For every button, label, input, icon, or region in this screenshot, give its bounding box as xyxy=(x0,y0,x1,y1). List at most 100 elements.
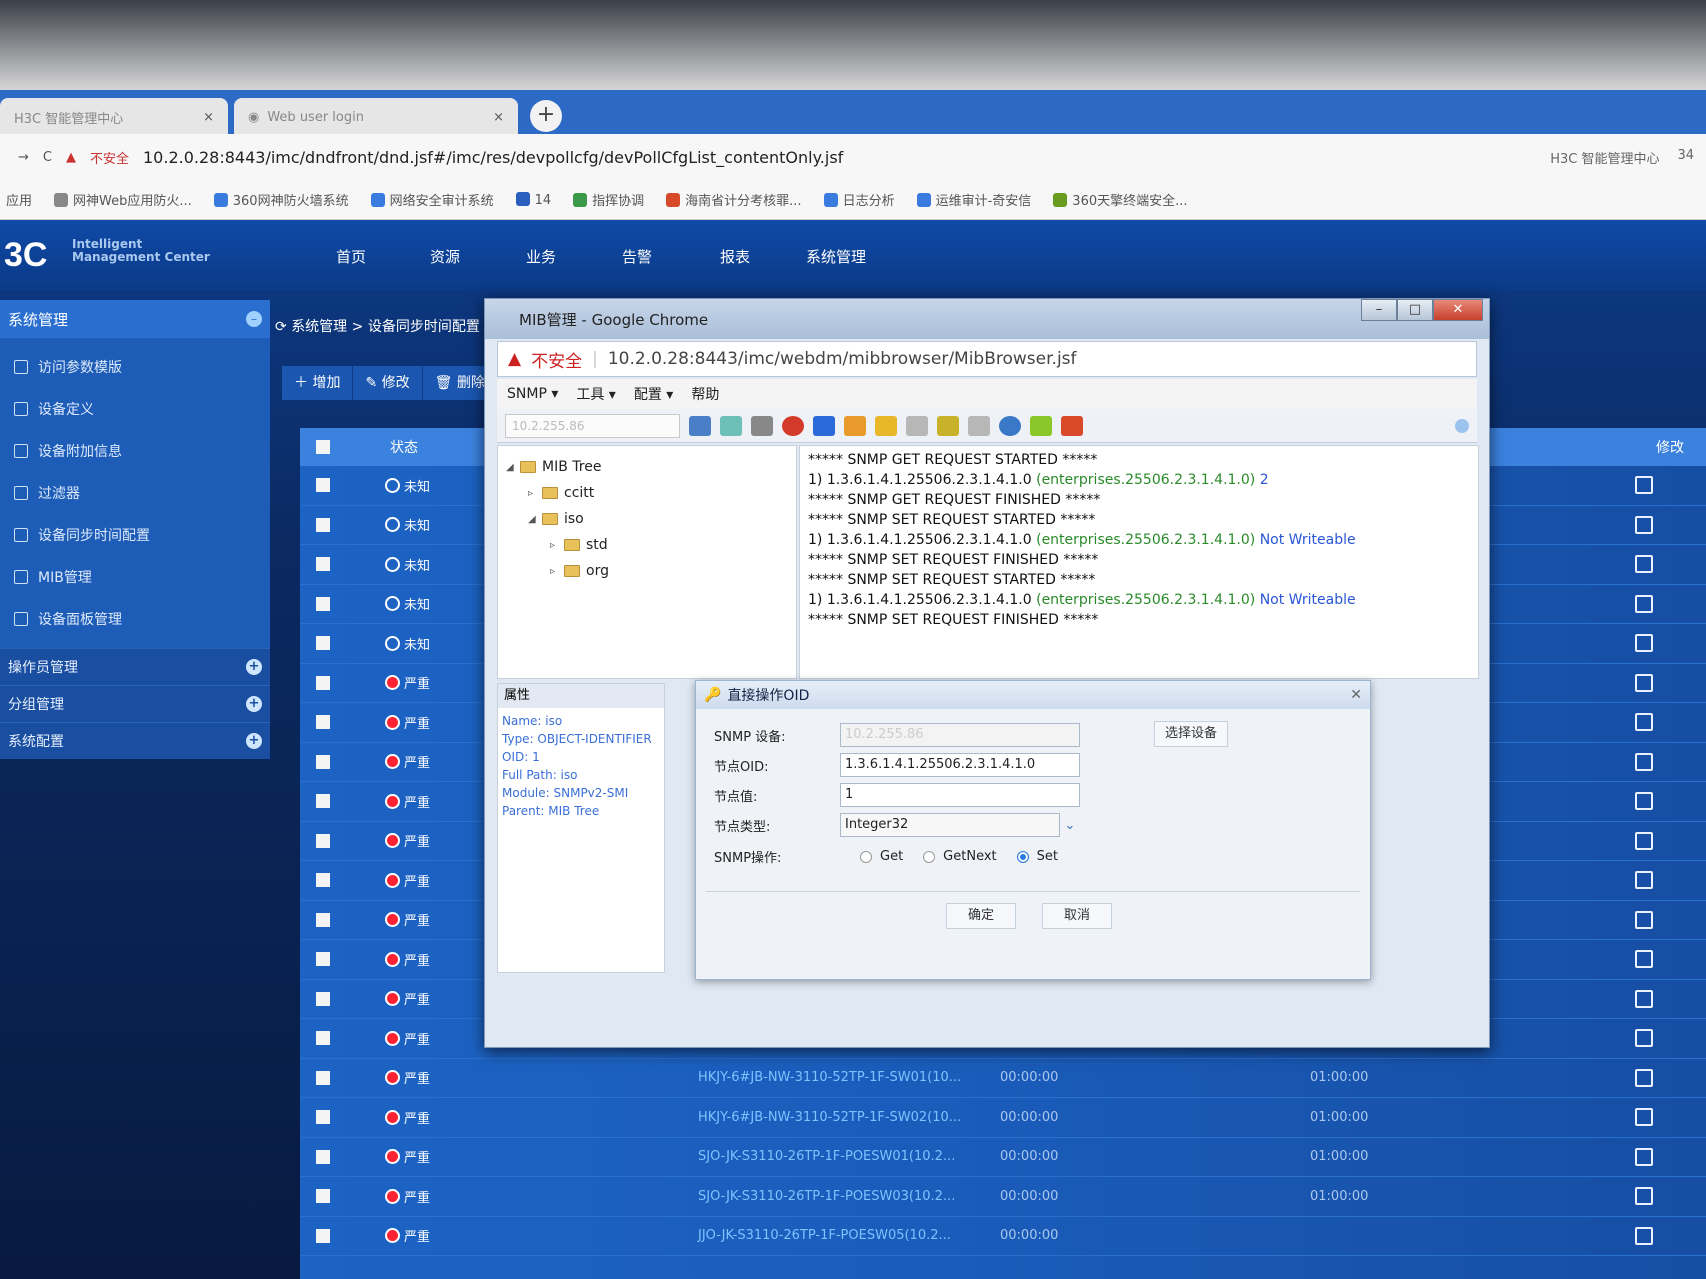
settings-icon[interactable] xyxy=(720,415,742,436)
tab-web-login[interactable]: ◉ Web user login × xyxy=(234,98,518,136)
bookmark-34[interactable]: 34 xyxy=(1677,148,1694,167)
table-row[interactable]: 严重 JJO-JK-S3110-26TP-1F-POESW05(10.2... 00… xyxy=(300,1217,1706,1256)
close-icon[interactable]: ✕ xyxy=(1433,299,1483,321)
edit-icon[interactable] xyxy=(1635,1108,1653,1127)
back-icon[interactable]: → xyxy=(18,150,29,165)
table-row[interactable]: 严重 HKJY-6#JB-NW-3110-52TP-1F-SW02(10... 00… xyxy=(300,1098,1706,1138)
edit-icon[interactable] xyxy=(1635,476,1653,495)
refresh-icon[interactable]: ⟳ xyxy=(275,319,287,335)
row-checkbox[interactable] xyxy=(316,557,330,572)
sidebar-header[interactable]: 系统管理 – xyxy=(0,300,270,338)
edit-icon[interactable] xyxy=(1635,1068,1653,1087)
bookmark-item[interactable]: 网络安全审计系统 xyxy=(370,190,494,209)
edit-icon[interactable] xyxy=(1635,1226,1653,1245)
sidebar-item-panel[interactable]: 设备面板管理 xyxy=(0,598,270,640)
help-icon[interactable] xyxy=(1455,418,1469,433)
tree-node[interactable]: ▹ ccitt xyxy=(506,480,788,506)
edit-icon[interactable] xyxy=(1635,713,1653,732)
close-icon[interactable]: ✕ xyxy=(1350,687,1362,703)
select-device-button[interactable]: 选择设备 xyxy=(1154,721,1229,747)
trap-icon[interactable] xyxy=(875,415,897,436)
edit-icon[interactable] xyxy=(1635,1029,1653,1048)
tree-node[interactable]: ◢ MIB Tree xyxy=(506,454,788,480)
back-icon[interactable] xyxy=(906,415,928,436)
value-field[interactable]: 1 xyxy=(840,783,1080,807)
sidebar-item-filter[interactable]: 过滤器 xyxy=(0,472,270,514)
expand-icon[interactable] xyxy=(1030,415,1052,436)
tree-arrow-icon[interactable]: ◢ xyxy=(506,462,514,473)
row-checkbox[interactable] xyxy=(316,675,330,690)
close-icon[interactable]: × xyxy=(203,110,214,125)
maximize-icon[interactable]: □ xyxy=(1397,299,1433,321)
next-icon[interactable] xyxy=(968,415,990,436)
sidebar-item-sync-time[interactable]: 设备同步时间配置 xyxy=(0,514,270,556)
select-all-checkbox[interactable] xyxy=(316,440,330,454)
table-row[interactable]: 严重 SJO-JK-S3110-26TP-1F-POESW01(10.2... 00… xyxy=(300,1138,1706,1177)
radio-set[interactable] xyxy=(1016,850,1029,863)
row-checkbox[interactable] xyxy=(316,991,330,1006)
device-name-cell[interactable]: JJO-JK-S3110-26TP-1F-POESW05(10.2... xyxy=(698,1228,951,1243)
row-checkbox[interactable] xyxy=(316,1228,330,1243)
tree-arrow-icon[interactable]: ▹ xyxy=(550,540,558,551)
device-icon[interactable] xyxy=(689,415,711,436)
menu-tools[interactable]: 工具 ▾ xyxy=(576,384,615,404)
row-checkbox[interactable] xyxy=(316,636,330,651)
row-checkbox[interactable] xyxy=(316,517,330,532)
device-selector[interactable]: 10.2.255.86 xyxy=(505,413,680,438)
bookmark-item[interactable]: 360网神防火墙系统 xyxy=(213,190,349,209)
modify-button[interactable]: ✎ 修改 xyxy=(353,366,423,400)
close-icon[interactable]: × xyxy=(493,110,504,125)
edit-icon[interactable] xyxy=(1635,910,1653,929)
edit-icon[interactable] xyxy=(1635,1187,1653,1206)
row-checkbox[interactable] xyxy=(316,794,330,809)
edit-icon[interactable] xyxy=(1635,989,1653,1008)
nav-business[interactable]: 业务 xyxy=(526,246,556,267)
nav-alarm[interactable]: 告警 xyxy=(622,246,652,267)
sidebar-item-access-template[interactable]: 访问参数模版 xyxy=(0,346,270,388)
nav-home[interactable]: 首页 xyxy=(336,246,366,267)
tree-arrow-icon[interactable]: ◢ xyxy=(528,514,536,525)
edit-icon[interactable] xyxy=(1635,555,1653,574)
cancel-button[interactable]: 取消 xyxy=(1042,903,1112,929)
bookmark-item[interactable]: 海南省计分考核罪... xyxy=(666,190,802,209)
url-text[interactable]: 10.2.0.28:8443/imc/dndfront/dnd.jsf#/imc… xyxy=(143,148,843,167)
edit-icon[interactable] xyxy=(1635,792,1653,811)
radio-get[interactable] xyxy=(860,850,872,863)
radio-getnext[interactable] xyxy=(923,850,936,863)
expand-icon[interactable]: + xyxy=(246,733,262,749)
row-checkbox[interactable] xyxy=(316,912,330,927)
row-checkbox[interactable] xyxy=(316,1110,330,1125)
edit-icon[interactable] xyxy=(1635,752,1653,771)
stop-icon[interactable] xyxy=(782,415,804,436)
row-checkbox[interactable] xyxy=(316,833,330,848)
chevron-down-icon[interactable]: ⌄ xyxy=(1060,818,1080,833)
edit-icon[interactable] xyxy=(1635,831,1653,850)
tree-node[interactable]: ▹ std xyxy=(506,532,788,558)
mib-address-bar[interactable]: ▲ 不安全 | 10.2.0.28:8443/imc/webdm/mibbrow… xyxy=(497,341,1477,377)
table-row[interactable]: 严重 HKJY-6#JB-NW-3110-52TP-1F-SW01(10... 00… xyxy=(300,1059,1706,1098)
reload-icon[interactable]: C xyxy=(43,150,52,165)
menu-help[interactable]: 帮助 xyxy=(691,384,719,404)
home-icon[interactable] xyxy=(1061,415,1083,436)
row-checkbox[interactable] xyxy=(316,596,330,611)
bookmark-item[interactable]: 360天擎终端安全... xyxy=(1053,190,1188,209)
bookmark-item[interactable]: 应用 xyxy=(6,190,32,209)
sidebar-group-operator[interactable]: 操作员管理 + xyxy=(0,648,270,685)
row-checkbox[interactable] xyxy=(316,715,330,730)
bookmark-item[interactable]: 14 xyxy=(515,191,551,208)
menu-config[interactable]: 配置 ▾ xyxy=(634,384,673,404)
row-checkbox[interactable] xyxy=(316,873,330,888)
bookmark-h3c[interactable]: H3C 智能管理中心 xyxy=(1550,148,1659,167)
edit-icon[interactable] xyxy=(1635,515,1653,534)
nav-system[interactable]: 系统管理 xyxy=(806,246,866,267)
new-tab-button[interactable]: + xyxy=(530,100,562,132)
sidebar-item-device-extra[interactable]: 设备附加信息 xyxy=(0,430,270,472)
set-icon[interactable] xyxy=(844,415,866,436)
edit-icon[interactable] xyxy=(1635,634,1653,653)
edit-icon[interactable] xyxy=(1635,950,1653,969)
add-button[interactable]: ＋ 增加 xyxy=(282,366,354,400)
bookmark-item[interactable]: 网神Web应用防火... xyxy=(54,190,192,209)
table-row[interactable]: 严重 SJO-JK-S3110-26TP-1F-POESW03(10.2... 00… xyxy=(300,1177,1706,1217)
forward-icon[interactable] xyxy=(937,415,959,436)
status-header[interactable]: 状态 xyxy=(390,437,418,457)
